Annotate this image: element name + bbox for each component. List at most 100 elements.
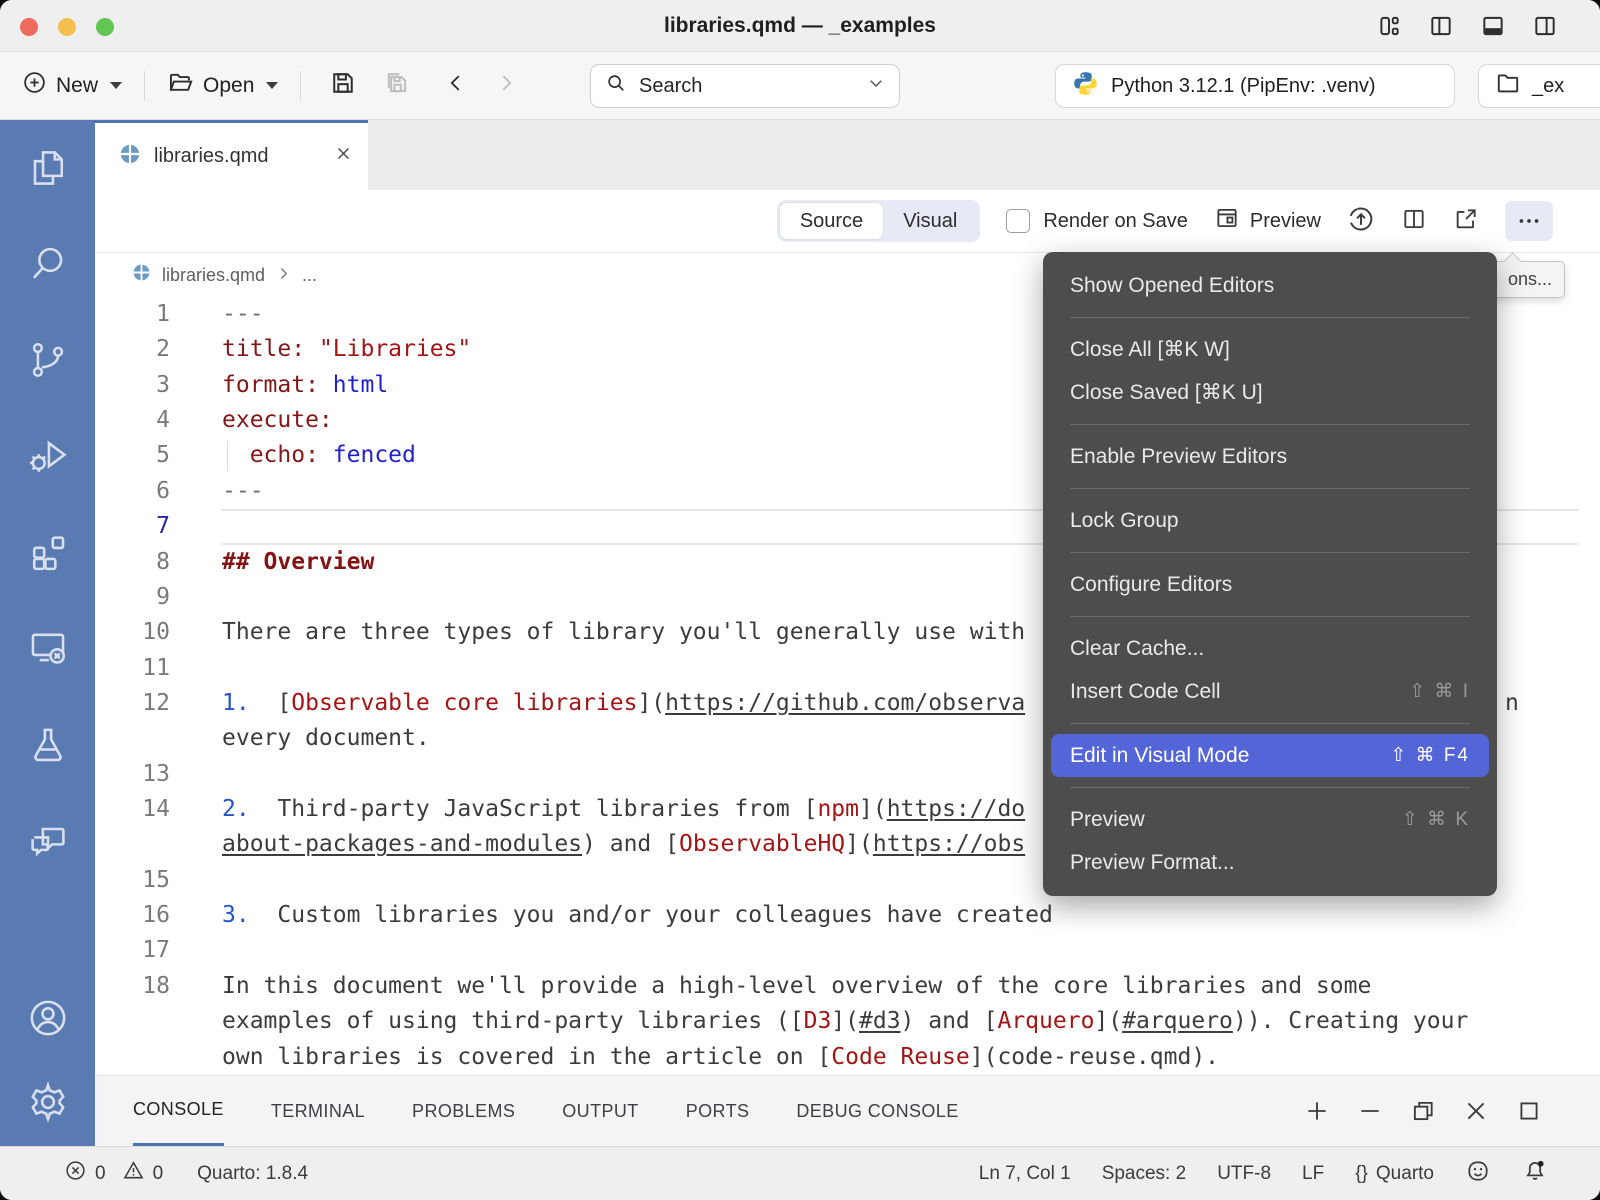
tab-libraries-qmd[interactable]: libraries.qmd [95, 120, 368, 190]
account-icon[interactable] [26, 996, 70, 1040]
panel-plus-icon[interactable] [1304, 1098, 1330, 1124]
menu-item-edit-in-visual-mode[interactable]: Edit in Visual Mode⇧ ⌘ F4 [1051, 734, 1489, 777]
new-button[interactable]: New [22, 70, 122, 101]
render-document-icon[interactable] [1347, 205, 1375, 238]
testing-icon[interactable] [26, 722, 70, 766]
code-token: examples of using third-party libraries … [222, 1008, 804, 1034]
open-folder-icon [167, 69, 194, 102]
encoding-status[interactable]: UTF-8 [1217, 1163, 1271, 1185]
code-line[interactable]: In this document we'll provide a high-le… [222, 969, 1600, 1004]
menu-item-close-all-k-w[interactable]: Close All [⌘K W] [1043, 328, 1497, 371]
panel-maximize-icon[interactable] [1516, 1098, 1542, 1124]
quarto-version-status[interactable]: Quarto: 1.8.4 [197, 1163, 308, 1185]
menu-item-shortcut: ⇧ ⌘ I [1409, 680, 1470, 703]
customize-layout-icon[interactable] [1376, 13, 1402, 39]
status-bar: 0 0 Quarto: 1.8.4 Ln 7, Col 1 Spaces: 2 … [0, 1146, 1600, 1200]
more-actions-button[interactable] [1505, 201, 1553, 241]
notifications-bell-icon[interactable] [1522, 1158, 1548, 1190]
search-label: Search [639, 75, 702, 98]
save-all-icon[interactable] [383, 69, 411, 102]
code-token: Code Reuse [831, 1044, 969, 1070]
visual-label: Visual [903, 210, 957, 233]
code-token: Observable core libraries [291, 690, 637, 716]
problems-status[interactable]: 0 0 [64, 1159, 163, 1188]
navigate-forward-icon[interactable] [495, 72, 517, 99]
menu-item-configure-editors[interactable]: Configure Editors [1043, 563, 1497, 606]
warning-icon [122, 1159, 145, 1188]
activity-bar [0, 120, 95, 1146]
bottom-panel-bar: CONSOLE TERMINAL PROBLEMS OUTPUT PORTS DEBUG … [95, 1075, 1600, 1146]
tab-close-icon[interactable] [335, 145, 352, 168]
open-button[interactable]: Open [167, 69, 278, 102]
explorer-icon[interactable] [26, 146, 70, 190]
render-on-save-label: Render on Save [1043, 210, 1188, 233]
panel-tab-output[interactable]: OUTPUT [562, 1076, 638, 1146]
feedback-smiley-icon[interactable] [1465, 1158, 1491, 1190]
settings-gear-icon[interactable] [26, 1080, 70, 1124]
extensions-icon[interactable] [26, 530, 70, 574]
navigate-back-icon[interactable] [445, 72, 467, 99]
run-debug-icon[interactable] [26, 434, 70, 478]
panel-tab-console[interactable]: CONSOLE [133, 1076, 224, 1146]
code-token: https://obs [873, 831, 1025, 857]
save-icon[interactable] [329, 69, 357, 102]
toggle-primary-sidebar-icon[interactable] [1428, 13, 1454, 39]
toggle-secondary-sidebar-icon[interactable] [1532, 13, 1558, 39]
source-label: Source [800, 210, 863, 233]
code-token: --- [222, 478, 264, 504]
menu-item-lock-group[interactable]: Lock Group [1043, 499, 1497, 542]
menu-item-enable-preview-editors[interactable]: Enable Preview Editors [1043, 435, 1497, 478]
menu-item-label: Close Saved [⌘K U] [1070, 380, 1263, 405]
menu-item-preview[interactable]: Preview⇧ ⌘ K [1043, 798, 1497, 841]
split-editor-icon[interactable] [1401, 206, 1427, 237]
language-mode-status[interactable]: {} Quarto [1355, 1163, 1434, 1185]
menu-item-show-opened-editors[interactable]: Show Opened Editors [1043, 264, 1497, 307]
panel-tab-terminal[interactable]: TERMINAL [271, 1076, 365, 1146]
code-token: ObservableHQ [679, 831, 845, 857]
window-title: libraries.qmd — _examples [0, 14, 1600, 38]
source-mode-button[interactable]: Source [780, 203, 883, 239]
menu-separator [1070, 723, 1470, 724]
menu-item-close-saved-k-u[interactable]: Close Saved [⌘K U] [1043, 371, 1497, 414]
code-row: 163. Custom libraries you and/or your co… [95, 898, 1600, 933]
cursor-position-status[interactable]: Ln 7, Col 1 [979, 1163, 1071, 1185]
visual-mode-button[interactable]: Visual [883, 203, 977, 239]
panel-tab-ports[interactable]: PORTS [686, 1076, 750, 1146]
interpreter-selector[interactable]: Python 3.12.1 (PipEnv: .venv) [1055, 64, 1455, 108]
panel-close-icon[interactable] [1463, 1098, 1489, 1124]
toolbar-divider [300, 71, 301, 101]
menu-item-preview-format[interactable]: Preview Format... [1043, 841, 1497, 884]
workspace-folder-button[interactable]: _ex [1478, 64, 1600, 108]
menu-separator [1070, 787, 1470, 788]
menu-item-clear-cache[interactable]: Clear Cache... [1043, 627, 1497, 670]
search-icon [605, 72, 627, 100]
preview-button[interactable]: Preview [1214, 205, 1321, 237]
indentation-status[interactable]: Spaces: 2 [1102, 1163, 1187, 1185]
source-control-icon[interactable] [26, 338, 70, 382]
code-token: https://github.com/observa [665, 690, 1025, 716]
code-token: ]( [859, 796, 887, 822]
code-line[interactable]: examples of using third-party libraries … [222, 1004, 1600, 1039]
breadcrumb-file[interactable]: libraries.qmd [162, 265, 265, 286]
panel-tab-debug-console[interactable]: DEBUG CONSOLE [796, 1076, 958, 1146]
code-token: ]( [1094, 1008, 1122, 1034]
open-in-new-window-icon[interactable] [1453, 206, 1479, 237]
panel-minimize-icon[interactable] [1357, 1098, 1383, 1124]
breadcrumb-more[interactable]: ... [302, 265, 317, 286]
toggle-panel-icon[interactable] [1480, 13, 1506, 39]
panel-restore-icon[interactable] [1410, 1098, 1436, 1124]
search-input[interactable]: Search [590, 64, 900, 108]
remote-explorer-icon[interactable] [26, 626, 70, 670]
menu-item-insert-code-cell[interactable]: Insert Code Cell⇧ ⌘ I [1043, 670, 1497, 713]
folder-icon [1495, 70, 1521, 102]
tooltip-text: ons... [1508, 269, 1552, 290]
code-line[interactable] [222, 933, 1600, 968]
code-token: ) and [ [582, 831, 679, 857]
render-on-save-checkbox[interactable] [1006, 209, 1030, 233]
panel-tab-problems[interactable]: PROBLEMS [412, 1076, 515, 1146]
search-sidebar-icon[interactable] [26, 242, 70, 286]
eol-status[interactable]: LF [1302, 1163, 1324, 1185]
code-line[interactable]: own libraries is covered in the article … [222, 1040, 1600, 1075]
comments-icon[interactable] [26, 818, 70, 862]
code-line[interactable]: 3. Custom libraries you and/or your coll… [222, 898, 1600, 933]
